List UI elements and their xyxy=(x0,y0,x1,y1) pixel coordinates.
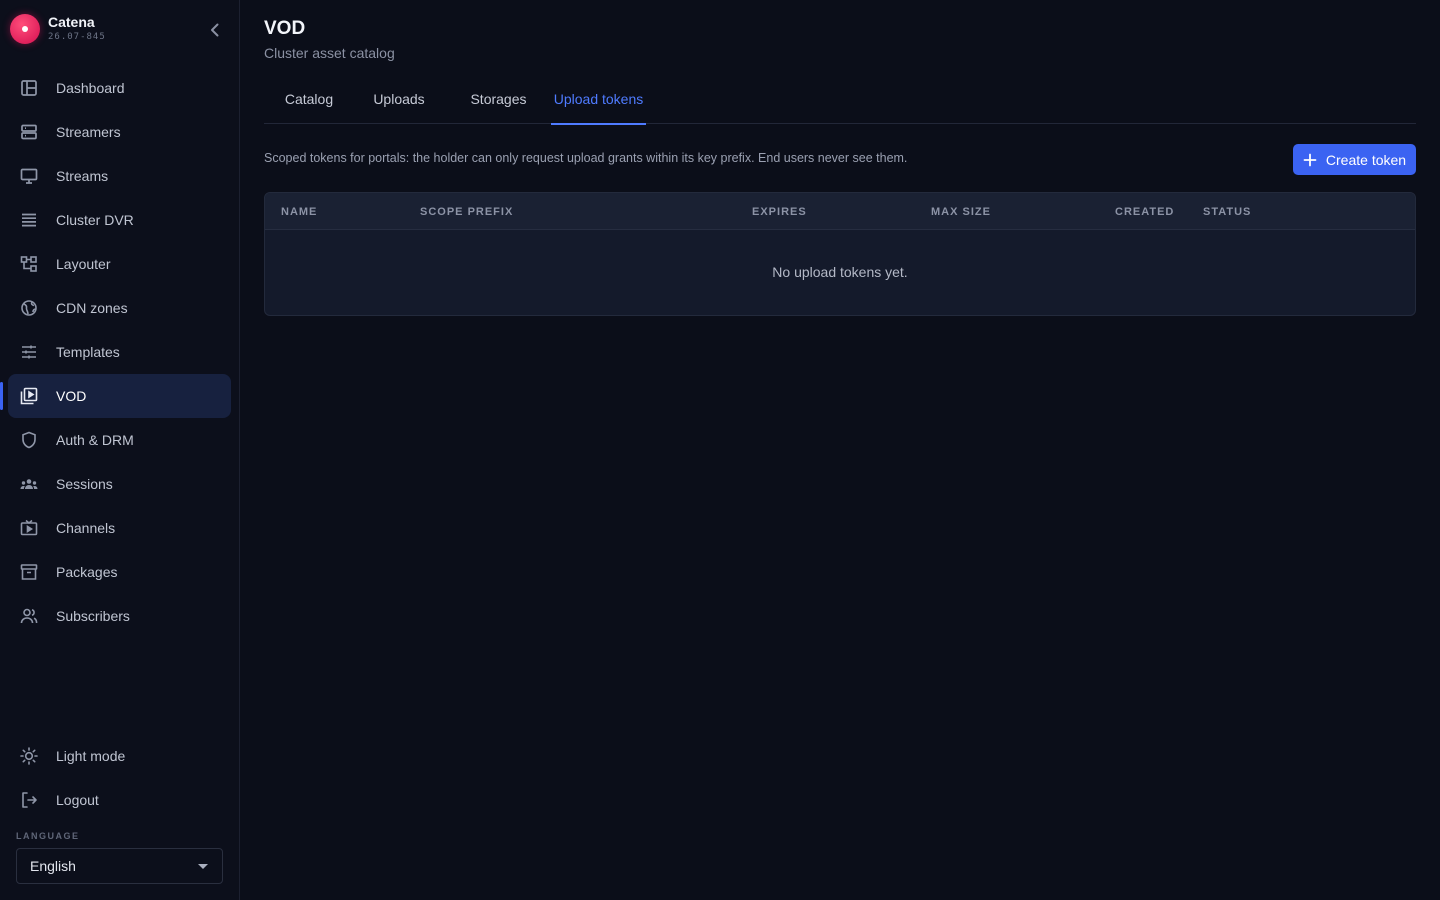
logout-icon xyxy=(22,792,37,808)
dashboard-icon xyxy=(21,80,37,96)
create-token-button[interactable]: Create token xyxy=(1293,144,1416,175)
column-header-name[interactable]: NAME xyxy=(281,206,317,218)
tab-storages[interactable]: Storages xyxy=(451,78,546,124)
sidebar-item-vod[interactable]: VOD xyxy=(0,374,231,418)
users-group-icon xyxy=(20,479,38,489)
light-mode-button[interactable]: Light mode xyxy=(8,734,231,778)
tv-icon xyxy=(20,519,38,536)
sliders-icon xyxy=(22,345,36,359)
sidebar-item-subscribers[interactable]: Subscribers xyxy=(8,594,231,638)
brand: Catena 26.07-845 xyxy=(10,12,230,46)
tab-bar: Catalog Uploads Storages Upload tokens xyxy=(264,78,1416,125)
upload-tokens-table: NAME SCOPE PREFIX EXPIRES MAX SIZE CREAT… xyxy=(264,192,1416,316)
language-selected-value: English xyxy=(30,858,76,874)
sidebar-item-label: CDN zones xyxy=(56,300,128,316)
tab-catalog[interactable]: Catalog xyxy=(264,78,354,124)
column-header-expires[interactable]: EXPIRES xyxy=(752,206,807,218)
sidebar-item-label: Sessions xyxy=(56,476,113,492)
archive-icon xyxy=(20,564,38,580)
sun-icon xyxy=(20,747,38,765)
sidebar-item-templates[interactable]: Templates xyxy=(8,330,231,374)
column-header-max-size[interactable]: MAX SIZE xyxy=(931,206,991,218)
language-label: LANGUAGE xyxy=(16,831,80,841)
layout-icon xyxy=(20,256,37,272)
create-token-label: Create token xyxy=(1325,151,1407,168)
sidebar-item-streamers[interactable]: Streamers xyxy=(8,110,231,154)
sidebar-item-label: Templates xyxy=(56,344,120,360)
sidebar-item-auth-drm[interactable]: Auth & DRM xyxy=(8,418,231,462)
sidebar-nav: Dashboard Streamers Streams Cluster DVR … xyxy=(0,66,231,638)
caret-down-icon xyxy=(198,864,208,869)
monitor-icon xyxy=(20,168,38,184)
language-select[interactable]: English xyxy=(16,848,223,884)
video-library-icon xyxy=(20,387,38,405)
sidebar-item-label: Subscribers xyxy=(56,608,130,624)
sidebar-item-label: Packages xyxy=(56,564,118,580)
brand-version: 26.07-845 xyxy=(48,32,106,42)
sidebar-item-dashboard[interactable]: Dashboard xyxy=(8,66,231,110)
server-icon xyxy=(21,124,37,140)
sidebar-item-cluster-dvr[interactable]: Cluster DVR xyxy=(8,198,231,242)
table-header: NAME SCOPE PREFIX EXPIRES MAX SIZE CREAT… xyxy=(265,193,1415,230)
sidebar-bottom-nav: Light mode Logout xyxy=(8,734,231,822)
sidebar-item-label: Streams xyxy=(56,168,109,184)
sidebar-item-sessions[interactable]: Sessions xyxy=(8,462,231,506)
empty-state-message: No upload tokens yet. xyxy=(772,264,908,280)
plus-icon xyxy=(1303,153,1317,166)
chevron-left-icon xyxy=(211,23,219,37)
page-title: VOD xyxy=(264,18,306,39)
users-icon xyxy=(20,608,38,624)
tab-upload-tokens[interactable]: Upload tokens xyxy=(551,78,646,125)
column-header-status[interactable]: STATUS xyxy=(1203,206,1251,218)
globe-icon xyxy=(21,300,37,316)
collapse-sidebar-button[interactable] xyxy=(205,20,225,40)
sidebar: Catena 26.07-845 Dashboard Streamers Str… xyxy=(0,0,240,900)
sidebar-item-label: Layouter xyxy=(56,256,111,272)
page-subtitle: Cluster asset catalog xyxy=(264,45,395,61)
sidebar-item-channels[interactable]: Channels xyxy=(8,506,231,550)
sidebar-item-label: Dashboard xyxy=(56,80,125,96)
sidebar-item-label: Streamers xyxy=(56,124,121,140)
sidebar-item-layouter[interactable]: Layouter xyxy=(8,242,231,286)
column-header-scope-prefix[interactable]: SCOPE PREFIX xyxy=(420,206,513,218)
tab-uploads[interactable]: Uploads xyxy=(354,78,444,124)
upload-tokens-description: Scoped tokens for portals: the holder ca… xyxy=(264,151,908,165)
sidebar-item-streams[interactable]: Streams xyxy=(8,154,231,198)
sidebar-item-packages[interactable]: Packages xyxy=(8,550,231,594)
sidebar-item-label: VOD xyxy=(56,388,87,404)
logout-button[interactable]: Logout xyxy=(8,778,231,822)
brand-name: Catena xyxy=(48,14,95,30)
sidebar-item-label: Auth & DRM xyxy=(56,432,134,448)
light-mode-label: Light mode xyxy=(56,748,126,764)
brand-logo-icon xyxy=(10,14,40,44)
sidebar-item-label: Channels xyxy=(56,520,116,536)
logout-label: Logout xyxy=(56,792,99,808)
sidebar-item-label: Cluster DVR xyxy=(56,212,134,228)
shield-icon xyxy=(22,431,36,449)
column-header-created[interactable]: CREATED xyxy=(1115,206,1174,218)
storage-icon xyxy=(22,213,36,227)
sidebar-item-cdn-zones[interactable]: CDN zones xyxy=(8,286,231,330)
